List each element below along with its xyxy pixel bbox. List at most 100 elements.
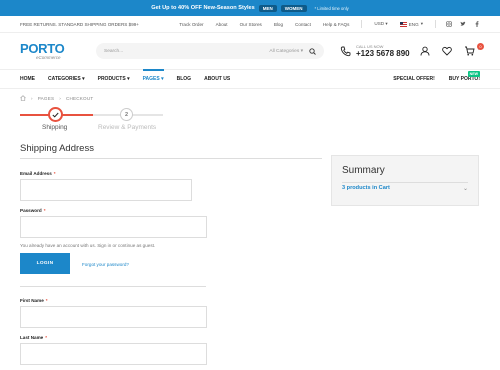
step-review-indicator: 2 [120,108,133,121]
nav-blog[interactable]: BLOG [177,70,191,88]
search-category-select[interactable]: All Categories ▾ [269,49,303,54]
divider [20,158,322,159]
nav-categories[interactable]: CATEGORIES ▾ [48,70,85,88]
step-shipping-label: Shipping [42,124,68,131]
language-label: ENG [408,21,419,27]
first-name-label: First Name * [20,298,48,303]
nav-about-us[interactable]: ABOUT US [204,70,230,88]
breadcrumb: › PAGES › CHECKOUT [20,95,93,101]
last-name-label: Last Name * [20,335,47,340]
link-track-order[interactable]: Track Order [179,22,203,27]
us-flag-icon [399,21,407,27]
email-field[interactable] [20,179,192,201]
call-us[interactable]: CALL US NOW +123 5678 890 [340,44,410,58]
email-label-text: Email Address [20,171,52,176]
nav-buy-porto[interactable]: BUY PORTO! NEW [449,71,480,82]
heart-icon[interactable] [442,46,453,56]
required-marker: * [53,171,56,176]
last-name-label-text: Last Name [20,335,44,340]
login-button[interactable]: LOGIN [20,253,70,274]
chevron-down-icon: ▾ [127,76,130,82]
password-label-text: Password [20,208,42,213]
nav-categories-label: CATEGORIES [48,76,81,82]
first-name-field[interactable] [20,306,207,328]
nav-products-label: PRODUCTS [97,76,126,82]
step-review-label: Review & Payments [98,124,157,131]
order-summary: Summary 3 products in Cart ⌄ [331,155,479,206]
instagram-icon[interactable] [446,21,452,27]
step-shipping-indicator [48,107,63,122]
link-about[interactable]: About [216,22,228,27]
shipping-notice: FREE RETURNS. STANDARD SHIPPING ORDERS $… [20,21,139,27]
page-title: Shipping Address [20,143,94,154]
divider [342,182,468,183]
currency-label: USD [374,21,385,26]
promo-text: Get Up to 40% OFF New-Season Styles [151,5,255,11]
logo-text: PORTO [20,40,65,56]
search-bar[interactable]: Search... All Categories ▾ [96,43,324,59]
link-our-stores[interactable]: Our Stores [240,22,262,27]
summary-title: Summary [342,165,385,176]
nav-special-offer[interactable]: SPECIAL OFFER! [393,76,435,82]
search-input[interactable]: Search... [104,49,269,54]
chevron-down-icon[interactable]: ⌄ [463,185,468,192]
check-icon [52,112,59,118]
nav-products[interactable]: PRODUCTS ▾ [98,70,130,88]
promo-bar: Get Up to 40% OFF New-Season Styles MEN … [0,0,500,16]
call-number: +123 5678 890 [356,49,410,58]
required-marker: * [45,335,48,340]
breadcrumb-pages[interactable]: PAGES [38,96,55,101]
search-category-label: All Categories [269,48,300,54]
phone-icon [340,46,351,56]
checkout-steps: 2 Shipping Review & Payments [20,107,170,135]
required-marker: * [45,298,48,303]
chevron-down-icon: ▾ [82,76,85,82]
user-icon[interactable] [420,46,430,56]
divider [361,20,363,28]
divider [20,286,206,287]
password-label: Password * [20,208,46,213]
divider [435,20,436,28]
new-badge: NEW [467,71,480,77]
required-marker: * [43,208,46,213]
cart-icon [465,46,476,56]
facebook-icon[interactable] [474,21,480,27]
home-icon[interactable] [20,95,26,101]
logo-subtext: eCommerce [36,54,61,60]
link-blog[interactable]: Blog [274,22,283,27]
currency-selector[interactable]: USD ▾ [374,21,387,27]
chevron-down-icon: ▾ [161,76,164,82]
chevron-right-icon: › [59,95,61,101]
chevron-down-icon: ▾ [385,21,388,26]
main-nav: HOME CATEGORIES ▾ PRODUCTS ▾ PAGES ▾ BLO… [0,69,500,89]
breadcrumb-checkout: CHECKOUT [65,95,94,101]
cart-products-toggle[interactable]: 3 products in Cart [342,185,390,191]
site-header: PORTO eCommerce Search... All Categories… [0,33,500,69]
nav-about-us-label: ABOUT US [204,76,231,82]
chevron-down-icon: ▾ [420,21,423,26]
promo-note: * Limited time only [314,5,349,11]
forgot-password-link[interactable]: Forgot your password? [82,262,129,267]
link-help-faqs[interactable]: Help & FAQs [323,22,350,27]
cart-count-badge: 0 [477,43,484,50]
language-selector[interactable]: ENG ▾ [399,21,423,27]
first-name-label-text: First Name [20,298,44,303]
twitter-icon[interactable] [460,21,466,27]
nav-home-label: HOME [20,76,35,82]
last-name-field[interactable] [20,343,207,365]
cart-button[interactable]: 0 ▾ [464,43,484,56]
utility-bar: FREE RETURNS. STANDARD SHIPPING ORDERS $… [0,16,500,33]
logo[interactable]: PORTO eCommerce [20,40,82,60]
nav-pages[interactable]: PAGES ▾ [142,69,164,88]
promo-men-button[interactable]: MEN [258,4,277,12]
password-field[interactable] [20,216,207,238]
nav-blog-label: BLOG [176,76,192,82]
nav-pages-label: PAGES [142,76,160,82]
email-label: Email Address * [20,171,56,176]
login-hint: You already have an account with us. Sig… [20,243,156,248]
link-contact[interactable]: Contact [295,22,311,27]
chevron-right-icon: › [31,95,33,101]
nav-home[interactable]: HOME [20,70,35,88]
promo-women-button[interactable]: WOMEN [280,4,307,12]
search-icon[interactable] [309,47,316,55]
